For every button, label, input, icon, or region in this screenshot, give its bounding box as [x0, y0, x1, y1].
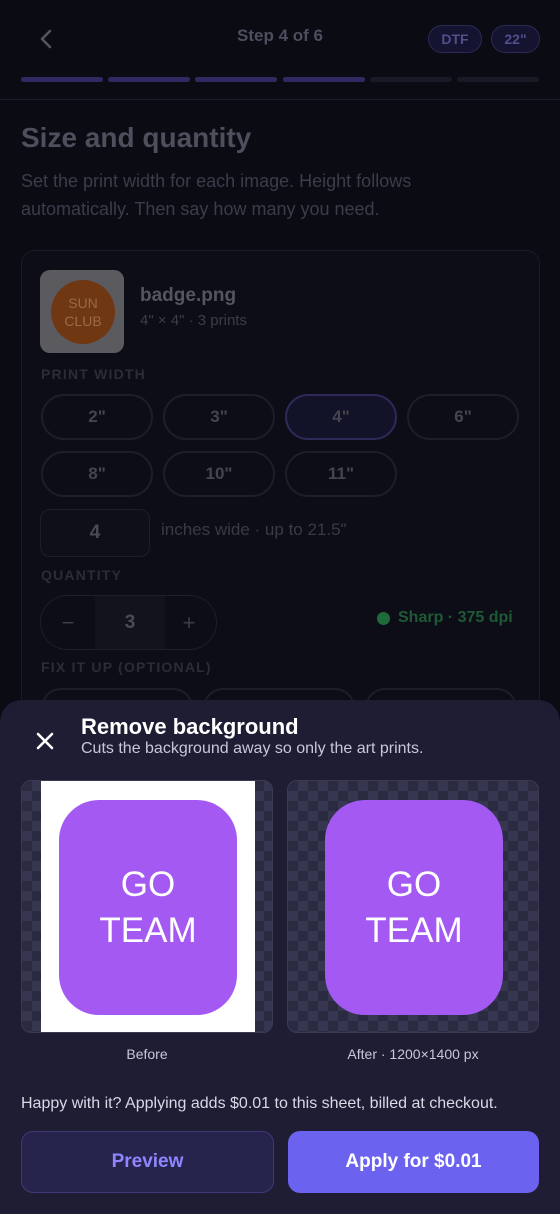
artwork-text-line: TEAM — [99, 910, 197, 950]
width-option-selected[interactable]: 4" — [285, 394, 397, 440]
quantity-label: QUANTITY — [41, 567, 123, 583]
artwork-text-line: GO — [120, 864, 176, 904]
custom-width-hint: inches wide · up to 21.5" — [161, 520, 347, 539]
page-subtitle: Set the print width for each image. Heig… — [21, 171, 412, 219]
custom-width-input[interactable]: 4 — [40, 509, 150, 557]
top-bar: Step 4 of 6 DTF 22" — [0, 0, 560, 100]
apply-button[interactable]: Apply for $0.01 — [288, 1131, 539, 1193]
width-option[interactable]: 3" — [163, 394, 275, 440]
artwork-text-line: GO — [386, 864, 442, 904]
artwork: GO TEAM — [325, 800, 503, 1015]
preview-button[interactable]: Preview — [21, 1131, 274, 1193]
pricing-note: Happy with it? Applying adds $0.01 to th… — [21, 1095, 498, 1112]
width-option[interactable]: 11" — [285, 451, 397, 497]
width-option[interactable]: 2" — [41, 394, 153, 440]
file-name: badge.png — [140, 285, 237, 306]
transparency-checker — [22, 781, 42, 1032]
quantity-value[interactable]: 3 — [95, 596, 165, 649]
thumbnail-art: SUN CLUB — [51, 280, 115, 344]
progress-segment-complete — [195, 77, 278, 82]
progress-segment-complete — [21, 77, 104, 82]
progress-segment-pending — [369, 77, 452, 82]
thumbnail-text-line: CLUB — [64, 313, 102, 329]
quality-text: Sharp · 375 dpi — [398, 609, 513, 626]
before-preview: GO TEAM — [21, 780, 273, 1033]
sheet-subtitle: Cuts the background away so only the art… — [81, 740, 424, 757]
after-label: After · 1200×1400 px — [347, 1046, 479, 1062]
quantity-stepper: − 3 + — [40, 595, 217, 650]
progress-segment-pending — [456, 77, 539, 82]
decrease-button[interactable]: − — [41, 596, 95, 649]
status-dot-icon — [377, 611, 390, 625]
width-option[interactable]: 8" — [41, 451, 153, 497]
width-option[interactable]: 10" — [163, 451, 275, 497]
progress-segment-complete — [108, 77, 191, 82]
file-meta: 4" × 4" · 3 prints — [140, 312, 247, 329]
after-preview: GO TEAM — [287, 780, 539, 1033]
fix-it-up-label: FIX IT UP (OPTIONAL) — [41, 659, 212, 675]
artwork: GO TEAM — [59, 800, 237, 1015]
progress-segment-complete — [282, 77, 365, 82]
artwork-text-line: TEAM — [365, 910, 463, 950]
image-thumbnail: SUN CLUB — [40, 270, 124, 353]
width-option[interactable]: 6" — [407, 394, 519, 440]
sheet-title: Remove background — [81, 714, 299, 739]
page-title: Size and quantity — [21, 122, 252, 153]
print-width-label: PRINT WIDTH — [41, 366, 146, 382]
sheet-size-badge[interactable]: 22" — [491, 25, 540, 53]
transparency-checker — [254, 781, 272, 1032]
thumbnail-text-line: SUN — [68, 295, 98, 311]
close-icon[interactable] — [32, 728, 58, 754]
print-type-badge[interactable]: DTF — [428, 25, 482, 53]
increase-button[interactable]: + — [162, 596, 216, 649]
quality-indicator: Sharp · 375 dpi — [377, 609, 513, 627]
before-label: Before — [126, 1046, 168, 1062]
